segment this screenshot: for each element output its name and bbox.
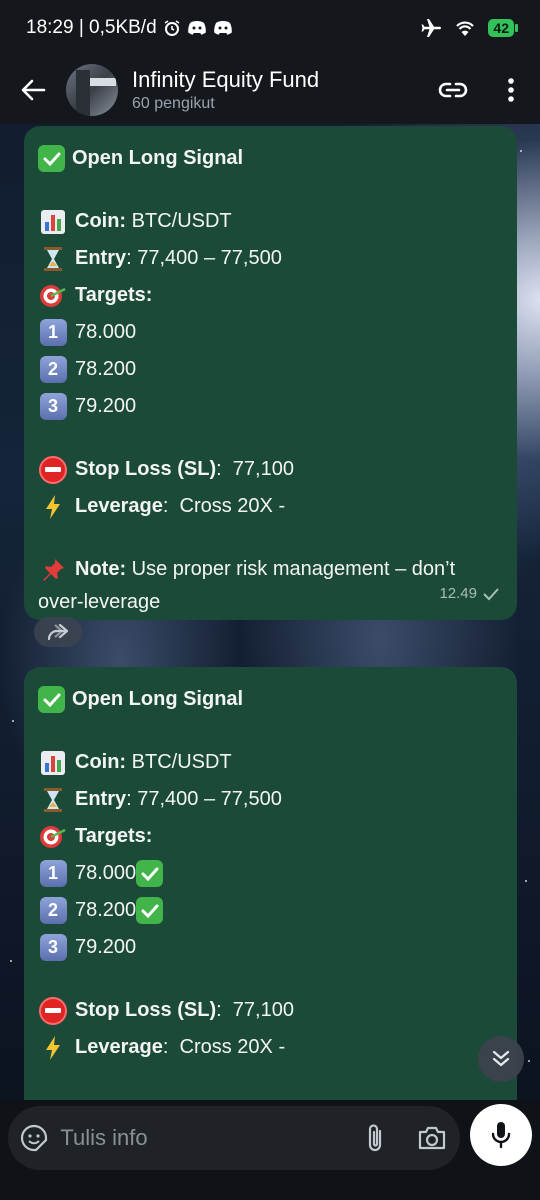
target-icon bbox=[38, 823, 68, 851]
hourglass-icon bbox=[38, 245, 68, 273]
pushpin-icon bbox=[38, 556, 68, 584]
leverage-value: : Cross 20X - bbox=[162, 1036, 286, 1058]
target-value: 78.000 bbox=[75, 321, 137, 343]
link-icon bbox=[438, 82, 468, 98]
entry-value: : 77,400 – 77,500 bbox=[126, 247, 282, 269]
leverage-label: Leverage bbox=[75, 1036, 163, 1058]
sticker-icon bbox=[21, 1124, 48, 1152]
leverage-value: : Cross 20X - bbox=[162, 495, 286, 517]
target-value: 78.200 bbox=[75, 358, 137, 380]
target-hit-check-icon bbox=[136, 860, 164, 887]
target-value: 78.000 bbox=[75, 862, 137, 884]
keycap-one-icon: 1 bbox=[39, 860, 67, 887]
target-hit-check-icon bbox=[136, 897, 164, 924]
battery-indicator: 42 bbox=[488, 19, 518, 37]
keycap-three-icon: 3 bbox=[39, 934, 67, 961]
scroll-to-bottom-button[interactable] bbox=[478, 1036, 524, 1082]
check-mark-icon bbox=[38, 145, 65, 172]
chat-header: Infinity Equity Fund 60 pengikut bbox=[0, 56, 540, 124]
targets-label: Targets: bbox=[75, 284, 153, 306]
target-value: 79.200 bbox=[75, 936, 137, 958]
target-icon bbox=[38, 282, 68, 310]
composer-pill bbox=[8, 1106, 460, 1170]
camera-button[interactable] bbox=[404, 1106, 460, 1170]
more-options-button[interactable] bbox=[482, 56, 540, 124]
target-value: 78.200 bbox=[75, 899, 137, 921]
channel-info[interactable]: Infinity Equity Fund 60 pengikut bbox=[132, 66, 424, 114]
coin-value: BTC/USDT bbox=[126, 210, 232, 232]
entry-label: Entry bbox=[75, 247, 127, 269]
keycap-one-icon: 1 bbox=[39, 319, 67, 346]
channel-follower-count: 60 pengikut bbox=[132, 95, 215, 112]
link-button[interactable] bbox=[424, 56, 482, 124]
bar-chart-icon bbox=[38, 208, 68, 236]
alarm-icon bbox=[164, 20, 180, 36]
note-label: Note: bbox=[75, 558, 127, 580]
more-vertical-icon bbox=[508, 78, 514, 102]
composer-bar bbox=[0, 1100, 540, 1200]
message-meta: 12.49 bbox=[439, 575, 499, 612]
emoji-button[interactable] bbox=[8, 1106, 60, 1170]
note-value-continued: over-leverage bbox=[38, 591, 161, 613]
arrow-left-icon bbox=[21, 79, 46, 101]
message-bubble[interactable]: Open Long Signal Coin: BTC/USDT Entry: 7… bbox=[24, 667, 517, 1147]
airplane-icon bbox=[421, 19, 442, 37]
back-button[interactable] bbox=[0, 56, 66, 124]
status-time: 18:29 | 0,5KB/d bbox=[26, 17, 157, 38]
sent-check-icon bbox=[483, 587, 499, 600]
message-input[interactable] bbox=[60, 1125, 349, 1151]
status-bar: 18:29 | 0,5KB/d 42 bbox=[0, 0, 540, 56]
signal-title: Open Long Signal bbox=[72, 147, 244, 169]
bar-chart-icon bbox=[38, 749, 68, 777]
message-time: 12.49 bbox=[439, 585, 477, 602]
leverage-label: Leverage bbox=[75, 495, 163, 517]
voice-record-button[interactable] bbox=[470, 1104, 532, 1166]
coin-label: Coin: bbox=[75, 751, 127, 773]
lightning-icon bbox=[38, 493, 68, 521]
share-arrow-icon bbox=[47, 623, 69, 641]
lightning-icon bbox=[38, 1034, 68, 1062]
paperclip-icon bbox=[369, 1124, 382, 1152]
forward-button[interactable] bbox=[34, 617, 82, 647]
stop-loss-value: : 77,100 bbox=[216, 458, 294, 480]
target-value: 79.200 bbox=[75, 395, 137, 417]
stop-sign-icon bbox=[39, 455, 67, 484]
microphone-icon bbox=[491, 1122, 511, 1149]
note-value: Use proper risk management – don’t bbox=[126, 558, 456, 580]
attach-button[interactable] bbox=[348, 1106, 404, 1170]
discord-icon-2 bbox=[213, 21, 232, 35]
keycap-two-icon: 2 bbox=[39, 897, 67, 924]
message-bubble[interactable]: Open Long Signal Coin: BTC/USDT Entry: 7… bbox=[24, 126, 517, 620]
coin-label: Coin: bbox=[75, 210, 127, 232]
camera-icon bbox=[418, 1126, 446, 1150]
stop-loss-label: Stop Loss (SL) bbox=[75, 458, 217, 480]
hourglass-icon bbox=[38, 786, 68, 814]
keycap-two-icon: 2 bbox=[39, 356, 67, 383]
keycap-three-icon: 3 bbox=[39, 393, 67, 420]
signal-title: Open Long Signal bbox=[72, 688, 244, 710]
double-chevron-down-icon bbox=[492, 1050, 510, 1067]
wifi-icon bbox=[456, 21, 475, 36]
discord-icon bbox=[187, 21, 206, 35]
targets-label: Targets: bbox=[75, 825, 153, 847]
stop-loss-label: Stop Loss (SL) bbox=[75, 999, 217, 1021]
check-mark-icon bbox=[38, 686, 65, 713]
entry-label: Entry bbox=[75, 788, 127, 810]
channel-title: Infinity Equity Fund bbox=[132, 67, 320, 92]
stop-loss-value: : 77,100 bbox=[216, 999, 294, 1021]
coin-value: BTC/USDT bbox=[126, 751, 232, 773]
stop-sign-icon bbox=[39, 996, 67, 1025]
channel-avatar[interactable] bbox=[66, 64, 118, 116]
entry-value: : 77,400 – 77,500 bbox=[126, 788, 282, 810]
